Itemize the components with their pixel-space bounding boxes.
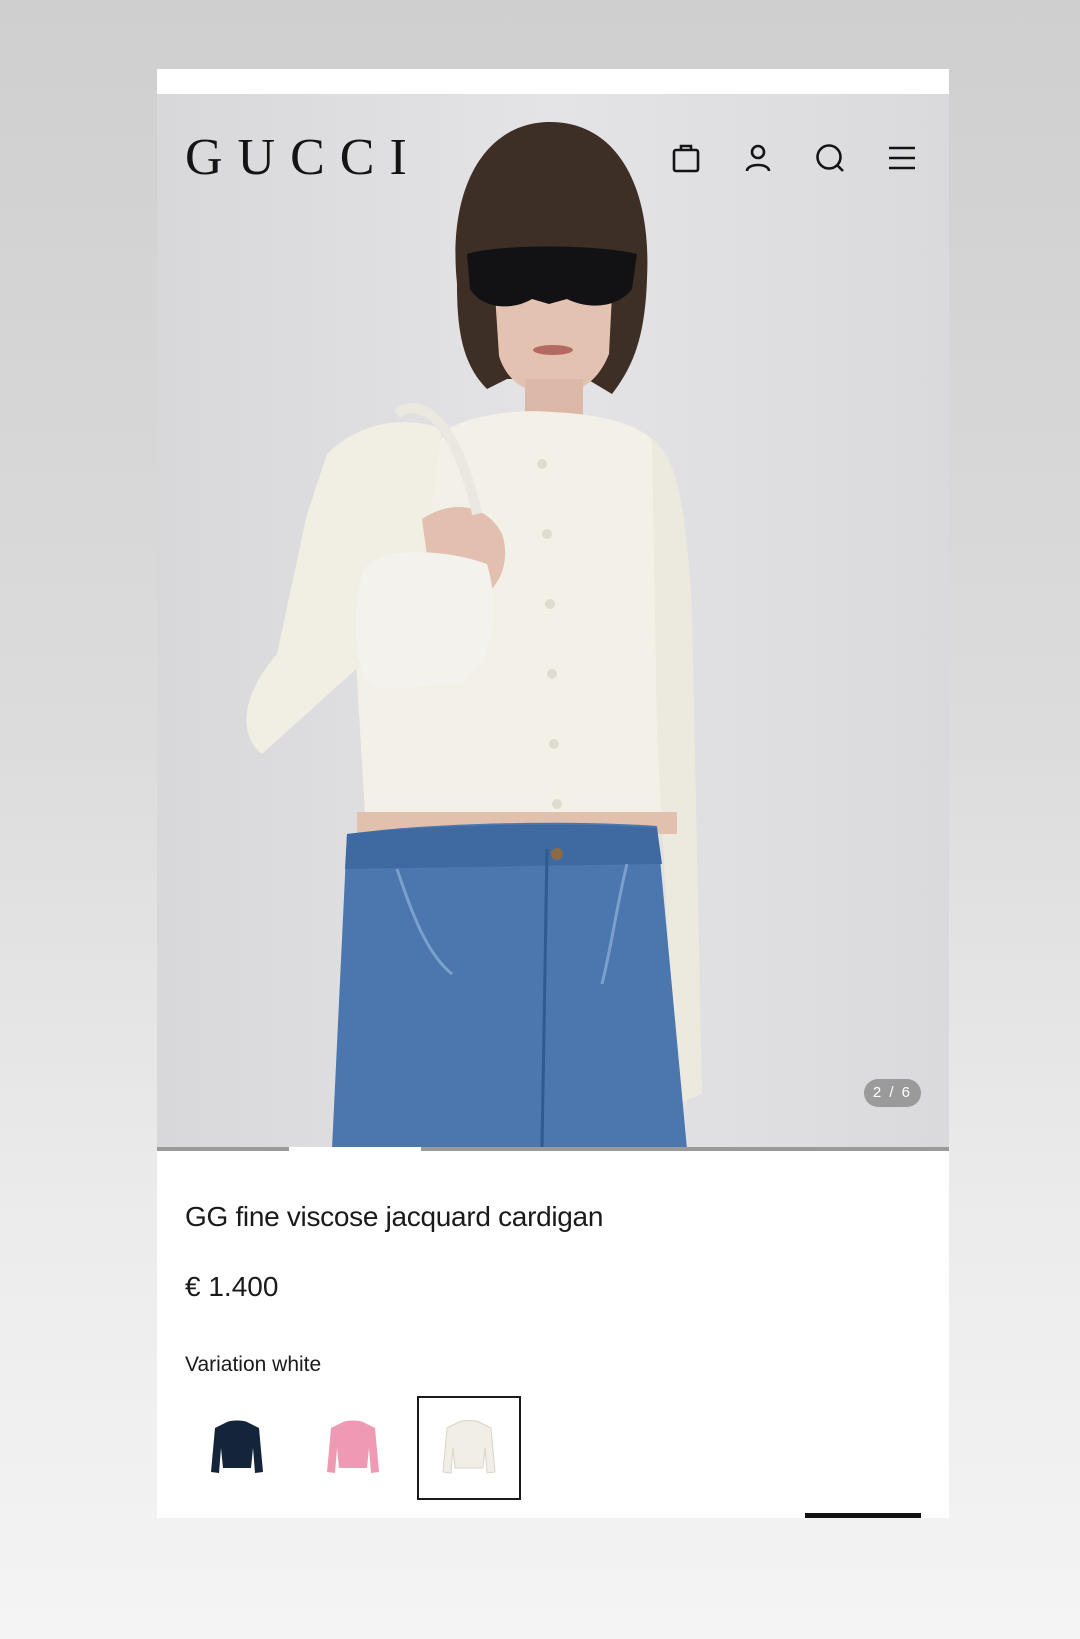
swatch-navy[interactable]	[185, 1396, 289, 1500]
shopping-bag-icon[interactable]	[667, 139, 705, 177]
product-image-gallery[interactable]: GUCCI 2 / 6	[157, 94, 949, 1149]
add-to-bag-button-edge[interactable]	[805, 1513, 921, 1518]
account-icon[interactable]	[739, 139, 777, 177]
image-counter: 2 / 6	[863, 1079, 921, 1107]
variation-label-text: Variation	[185, 1353, 267, 1376]
product-photo	[246, 121, 702, 1149]
header-icons	[667, 139, 921, 177]
variation-label: Variation white	[185, 1353, 921, 1377]
product-title: GG fine viscose jacquard cardigan	[185, 1201, 604, 1232]
menu-icon[interactable]	[883, 139, 921, 177]
product-price: € 1.400	[185, 1271, 279, 1302]
search-icon[interactable]	[811, 139, 849, 177]
product-page-card: GUCCI 2 / 6 GG fine viscose jacquard car…	[157, 69, 949, 1518]
variation-value: white	[272, 1353, 322, 1376]
cardigan-thumbnail-icon	[442, 1420, 496, 1474]
cardigan-thumbnail-icon	[211, 1420, 263, 1473]
swatch-white[interactable]	[417, 1396, 521, 1500]
variation-swatches	[185, 1396, 521, 1500]
product-info: GG fine viscose jacquard cardigan € 1.40…	[185, 1151, 921, 1500]
gucci-logo[interactable]: GUCCI	[185, 132, 422, 184]
cardigan-thumbnail-icon	[327, 1420, 379, 1473]
swatch-pink[interactable]	[301, 1396, 405, 1500]
